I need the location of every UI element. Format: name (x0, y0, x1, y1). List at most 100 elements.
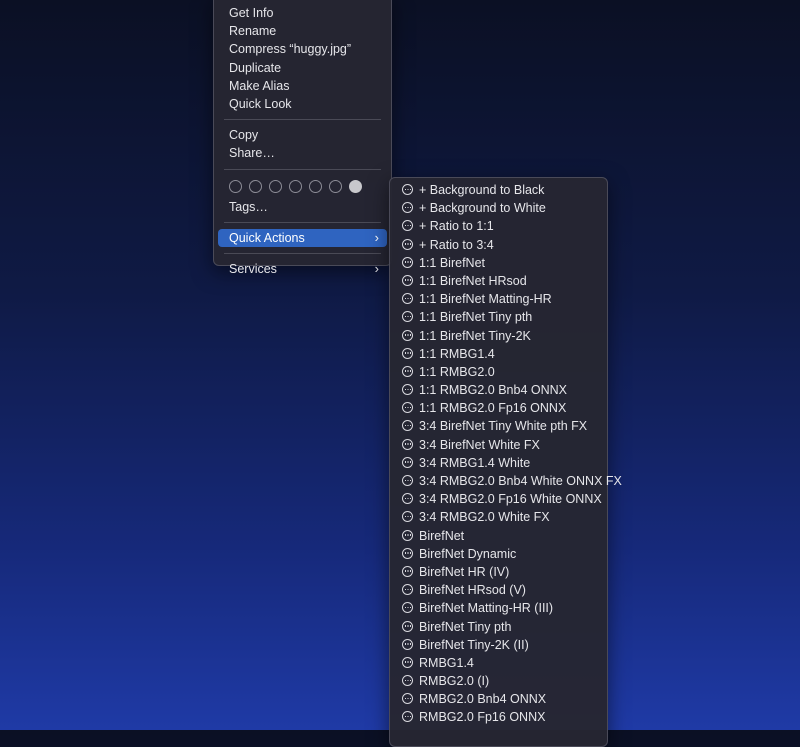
quick-action-item[interactable]: 3:4 RMBG1.4 White (394, 454, 603, 472)
quick-action-item[interactable]: + Background to Black (394, 181, 603, 199)
quick-action-label: BirefNet Tiny-2K (II) (419, 637, 529, 652)
ellipsis-circle-icon (402, 402, 413, 414)
tag-yellow[interactable] (269, 180, 282, 193)
menu-item[interactable]: Compress “huggy.jpg” (218, 40, 387, 58)
quick-action-item[interactable]: BirefNet HR (IV) (394, 563, 603, 581)
menu-item[interactable]: Make Alias (218, 77, 387, 95)
quick-action-label: 1:1 BirefNet Matting-HR (419, 292, 552, 307)
quick-action-item[interactable]: + Ratio to 3:4 (394, 236, 603, 254)
quick-action-item[interactable]: 3:4 BirefNet Tiny White pth FX (394, 417, 603, 435)
ellipsis-circle-icon (402, 584, 413, 596)
quick-action-item[interactable]: BirefNet Tiny-2K (II) (394, 636, 603, 654)
quick-action-label: BirefNet HR (IV) (419, 564, 510, 579)
ellipsis-circle-icon (402, 711, 413, 723)
ellipsis-circle-icon (402, 547, 413, 559)
ellipsis-circle-icon (402, 384, 413, 396)
quick-action-label: + Ratio to 3:4 (419, 237, 494, 252)
quick-action-label: 1:1 RMBG1.4 (419, 346, 495, 361)
ellipsis-circle-icon (402, 311, 413, 323)
services-label: Services (229, 261, 277, 276)
quick-action-item[interactable]: BirefNet Dynamic (394, 545, 603, 563)
quick-action-label: RMBG1.4 (419, 655, 474, 670)
ellipsis-circle-icon (402, 274, 413, 286)
quick-action-label: BirefNet Matting-HR (III) (419, 601, 554, 616)
quick-action-item[interactable]: + Background to White (394, 199, 603, 217)
quick-action-item[interactable]: RMBG2.0 Bnb4 ONNX (394, 690, 603, 708)
ellipsis-circle-icon (402, 329, 413, 341)
ellipsis-circle-icon (402, 456, 413, 468)
quick-action-item[interactable]: 3:4 BirefNet White FX (394, 436, 603, 454)
separator (224, 119, 381, 121)
ellipsis-circle-icon (402, 202, 413, 214)
quick-action-label: 1:1 BirefNet Tiny-2K (419, 328, 531, 343)
quick-action-item[interactable]: 1:1 RMBG1.4 (394, 345, 603, 363)
quick-action-label: 3:4 BirefNet Tiny White pth FX (419, 419, 588, 434)
quick-action-label: 1:1 BirefNet Tiny pth (419, 310, 533, 325)
quick-action-item[interactable]: BirefNet Tiny pth (394, 618, 603, 636)
ellipsis-circle-icon (402, 638, 413, 650)
menu-item[interactable]: Share… (218, 144, 387, 162)
ellipsis-circle-icon (402, 438, 413, 450)
ellipsis-circle-icon (402, 529, 413, 541)
ellipsis-circle-icon (402, 602, 413, 614)
quick-action-label: BirefNet Dynamic (419, 546, 517, 561)
quick-action-label: 3:4 RMBG2.0 White FX (419, 510, 550, 525)
quick-action-label: RMBG2.0 Fp16 ONNX (419, 710, 546, 725)
menu-item-services[interactable]: Services › (218, 260, 387, 278)
quick-action-item[interactable]: 1:1 BirefNet HRsod (394, 272, 603, 290)
quick-action-label: BirefNet (419, 528, 465, 543)
separator (224, 252, 381, 254)
ellipsis-circle-icon (402, 656, 413, 668)
quick-action-item[interactable]: RMBG2.0 (I) (394, 672, 603, 690)
quick-action-item[interactable]: RMBG2.0 Fp16 ONNX (394, 708, 603, 726)
tag-colors (214, 176, 391, 198)
quick-action-item[interactable]: + Ratio to 1:1 (394, 217, 603, 235)
quick-action-item[interactable]: 1:1 BirefNet Matting-HR (394, 290, 603, 308)
tag-red[interactable] (229, 180, 242, 193)
quick-action-label: 1:1 RMBG2.0 (419, 364, 495, 379)
ellipsis-circle-icon (402, 220, 413, 232)
ellipsis-circle-icon (402, 365, 413, 377)
ellipsis-circle-icon (402, 565, 413, 577)
quick-actions-label: Quick Actions (229, 230, 305, 245)
quick-action-label: 3:4 RMBG1.4 White (419, 455, 531, 470)
ellipsis-circle-icon (402, 620, 413, 632)
quick-action-item[interactable]: BirefNet HRsod (V) (394, 581, 603, 599)
tag-gray[interactable] (349, 180, 362, 193)
quick-action-item[interactable]: RMBG1.4 (394, 654, 603, 672)
quick-action-label: + Background to White (419, 201, 546, 216)
quick-action-item[interactable]: 1:1 BirefNet (394, 254, 603, 272)
quick-action-label: 1:1 RMBG2.0 Fp16 ONNX (419, 401, 567, 416)
menu-item[interactable]: Rename (218, 22, 387, 40)
quick-action-label: 3:4 RMBG2.0 Bnb4 White ONNX FX (419, 474, 622, 488)
ellipsis-circle-icon (402, 293, 413, 305)
ellipsis-circle-icon (402, 256, 413, 268)
quick-action-item[interactable]: 3:4 RMBG2.0 White FX (394, 508, 603, 526)
quick-action-item[interactable]: 1:1 RMBG2.0 Fp16 ONNX (394, 399, 603, 417)
menu-item[interactable]: Get Info (218, 4, 387, 22)
menu-item[interactable]: Quick Look (218, 95, 387, 113)
tag-blue[interactable] (309, 180, 322, 193)
ellipsis-circle-icon (402, 493, 413, 505)
quick-action-item[interactable]: 3:4 RMBG2.0 Fp16 White ONNX (394, 490, 603, 508)
quick-action-item[interactable]: 1:1 RMBG2.0 (394, 363, 603, 381)
quick-action-item[interactable]: 1:1 BirefNet Tiny-2K (394, 327, 603, 345)
tag-green[interactable] (289, 180, 302, 193)
quick-action-item[interactable]: BirefNet Matting-HR (III) (394, 599, 603, 617)
ellipsis-circle-icon (402, 693, 413, 705)
ellipsis-circle-icon (402, 420, 413, 432)
quick-action-item[interactable]: 1:1 BirefNet Tiny pth (394, 308, 603, 326)
quick-action-item[interactable]: 3:4 RMBG2.0 Bnb4 White ONNX FX (394, 472, 622, 490)
tag-orange[interactable] (249, 180, 262, 193)
menu-item[interactable]: Copy (218, 126, 387, 144)
quick-actions-submenu: + Background to Black + Background to Whi… (389, 177, 622, 747)
menu-item[interactable]: Duplicate (218, 59, 387, 77)
menu-item-quick-actions[interactable]: Quick Actions › (218, 228, 387, 247)
menu-item-tags[interactable]: Tags… (218, 198, 387, 216)
quick-action-item[interactable]: 1:1 RMBG2.0 Bnb4 ONNX (394, 381, 603, 399)
quick-action-label: 3:4 RMBG2.0 Fp16 White ONNX (419, 492, 602, 507)
quick-action-label: BirefNet Tiny pth (419, 619, 512, 634)
quick-action-label: RMBG2.0 (I) (419, 674, 490, 689)
quick-action-item[interactable]: BirefNet (394, 527, 603, 545)
tag-purple[interactable] (329, 180, 342, 193)
